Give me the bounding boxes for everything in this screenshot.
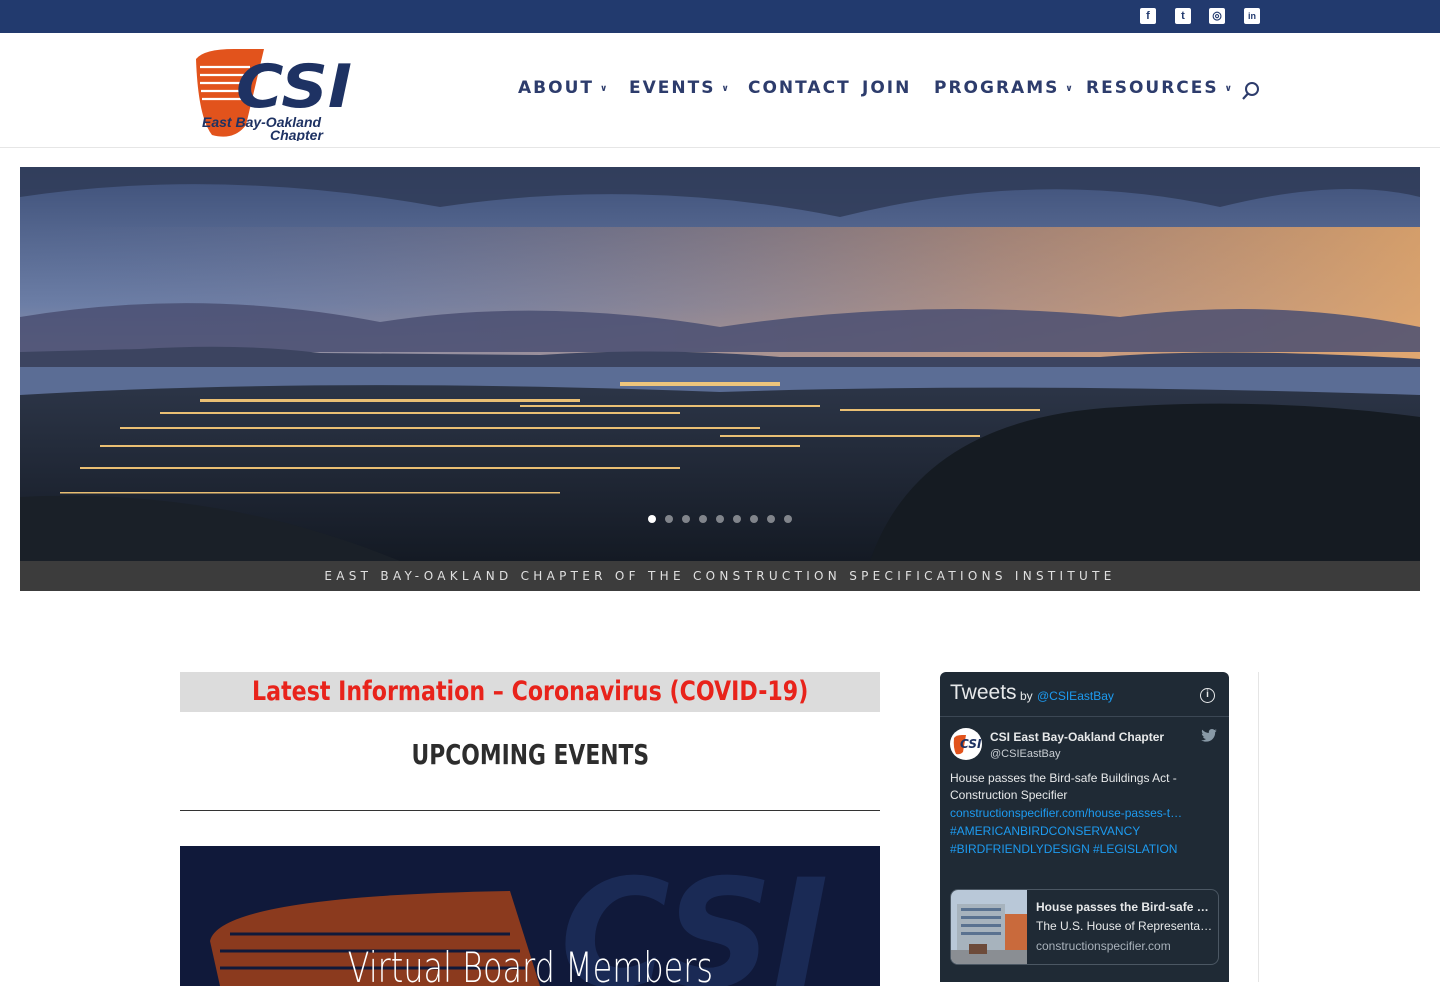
top-bar: f t ◎ in [0, 0, 1440, 33]
twitter-icon[interactable]: t [1175, 8, 1191, 24]
slider-dot[interactable] [699, 515, 707, 523]
linkedin-icon[interactable]: in [1244, 8, 1260, 24]
logo-acronym: CSI [236, 52, 352, 122]
account-name[interactable]: CSI East Bay-Oakland Chapter [990, 730, 1164, 744]
nav-contact[interactable]: CONTACT [748, 78, 851, 98]
sidebar-divider [1258, 672, 1259, 982]
event-title-text: Virtual Board Members [347, 943, 713, 986]
nav-programs[interactable]: PROGRAMS ∨ [934, 78, 1075, 98]
csi-logo[interactable]: CSI East Bay-Oakland Chapter [194, 45, 354, 141]
avatar-logo: CSI [953, 735, 982, 755]
instagram-icon[interactable]: ◎ [1209, 8, 1225, 24]
twitter-widget-header: Tweets by @CSIEastBay i [940, 672, 1229, 717]
hero-slider[interactable] [20, 167, 1420, 561]
link-card-description: The U.S. House of Representatives passed… [1036, 919, 1214, 933]
chevron-down-icon: ∨ [1224, 84, 1234, 94]
twitter-handle-link[interactable]: @CSIEastBay [1037, 689, 1114, 703]
chevron-down-icon: ∨ [1065, 84, 1075, 94]
nav-about[interactable]: ABOUT ∨ [518, 78, 609, 98]
upcoming-events-heading: UPCOMING EVENTS [180, 738, 880, 771]
slider-dots [20, 510, 1420, 528]
slider-dot[interactable] [767, 515, 775, 523]
hero-image [20, 167, 1420, 561]
nav-about-label: ABOUT [518, 78, 594, 98]
link-card-thumbnail [951, 890, 1027, 964]
twitter-widget-by: by [1020, 689, 1033, 703]
covid-alert-banner[interactable]: Latest Information – Coronavirus (COVID-… [180, 672, 880, 712]
hashtag-link[interactable]: #LEGISLATION [1093, 842, 1177, 856]
tweet-link-card[interactable]: House passes the Bird-safe Buildings Act… [950, 889, 1219, 965]
tweet-text: House passes the Bird-safe Buildings Act… [950, 771, 1177, 802]
chevron-down-icon: ∨ [721, 84, 731, 94]
search-icon[interactable] [1240, 80, 1262, 102]
slider-dot[interactable] [750, 515, 758, 523]
avatar-acronym: CSI [960, 737, 982, 751]
event-card[interactable]: CSI Virtual Board Members [180, 846, 880, 986]
event-title: Virtual Board Members [180, 943, 880, 986]
avatar[interactable]: CSI [950, 728, 982, 760]
nav-events[interactable]: EVENTS ∨ [629, 78, 731, 98]
site-header: CSI East Bay-Oakland Chapter ABOUT ∨ EVEN… [0, 33, 1440, 148]
hashtag-link[interactable]: #AMERICANBIRDCONSERVANCY [950, 824, 1140, 838]
hashtag-link[interactable]: #BIRDFRIENDLYDESIGN [950, 842, 1090, 856]
facebook-icon[interactable]: f [1140, 8, 1156, 24]
twitter-timeline-widget: Tweets by @CSIEastBay i CSI CSI East Bay… [940, 672, 1229, 982]
account-handle[interactable]: @CSIEastBay [990, 748, 1060, 760]
twitter-bird-icon[interactable] [1201, 729, 1217, 742]
info-icon[interactable]: i [1200, 688, 1215, 703]
slider-dot[interactable] [716, 515, 724, 523]
nav-resources[interactable]: RESOURCES ∨ [1086, 78, 1234, 98]
nav-events-label: EVENTS [629, 78, 716, 98]
upcoming-events-label: UPCOMING EVENTS [411, 738, 649, 771]
hero-caption: EAST BAY-OAKLAND CHAPTER OF THE CONSTRUC… [20, 561, 1420, 591]
link-card-title: House passes the Bird-safe Buildings Act… [1036, 900, 1214, 914]
nav-resources-label: RESOURCES [1086, 78, 1219, 98]
slider-dot[interactable] [733, 515, 741, 523]
nav-join[interactable]: JOIN [862, 78, 911, 98]
slider-dot[interactable] [665, 515, 673, 523]
slider-dot[interactable] [648, 515, 656, 523]
covid-alert-link[interactable]: Latest Information – Coronavirus (COVID-… [252, 672, 808, 712]
slider-dot[interactable] [682, 515, 690, 523]
section-divider [180, 810, 880, 811]
link-card-domain: constructionspecifier.com [1036, 939, 1171, 953]
logo-line-2: Chapter [270, 127, 324, 141]
chevron-down-icon: ∨ [599, 84, 610, 94]
tweet-url-link[interactable]: constructionspecifier.com/house-passes-t… [950, 806, 1182, 820]
nav-programs-label: PROGRAMS [934, 78, 1060, 98]
twitter-widget-title: Tweets [950, 681, 1017, 704]
slider-dot[interactable] [784, 515, 792, 523]
